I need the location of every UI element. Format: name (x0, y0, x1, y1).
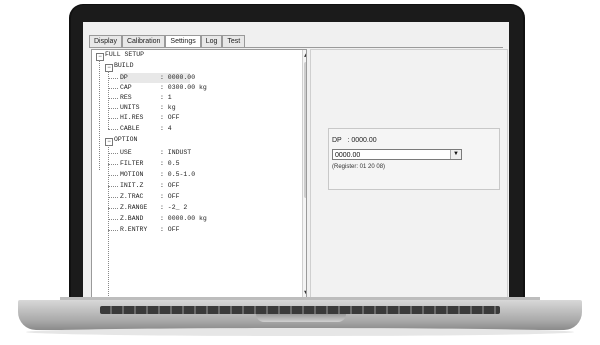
tree-node-build[interactable]: BUILD (114, 61, 134, 71)
tab-log[interactable]: Log (200, 35, 223, 47)
tree-branch (108, 208, 118, 209)
setting-label: DP : 0000.00 (332, 137, 377, 144)
tree-connector (108, 145, 109, 297)
scrollbar-thumb[interactable] (304, 62, 306, 198)
tree-branch (108, 197, 118, 198)
laptop-shadow (26, 328, 574, 336)
tree-branch (108, 78, 118, 79)
tree-item-r-entry[interactable]: R.ENTRY: OFF (120, 225, 180, 235)
tree-branch (108, 186, 118, 187)
settings-tree[interactable]: − FULL SETUP − BUILD DP: 0000.00 CAP: 03… (91, 49, 307, 297)
scroll-down-icon[interactable]: ▼ (304, 289, 306, 296)
tree-item-hi-res[interactable]: HI.RES: OFF (120, 113, 180, 123)
tree-item-res[interactable]: RES: 1 (120, 93, 172, 103)
tree-connector (108, 71, 109, 129)
collapse-icon[interactable]: − (105, 138, 113, 146)
detail-panel: DP : 0000.00 0000.00 ▼ (Register: 01 20 … (310, 49, 508, 297)
tree-branch (108, 153, 118, 154)
tree-item-use[interactable]: USE: INDUST (120, 148, 191, 158)
tree-branch (108, 175, 118, 176)
tree-item-z-band[interactable]: Z.BAND: 0000.00 kg (120, 214, 207, 224)
tree-item-motion[interactable]: MOTION: 0.5-1.0 (120, 170, 195, 180)
tree-item-units[interactable]: UNITS: kg (120, 103, 176, 113)
scroll-up-icon[interactable]: ▲ (304, 52, 306, 59)
tree-branch (108, 164, 118, 165)
tree-branch (108, 88, 118, 89)
tree-item-cap[interactable]: CAP: 0300.00 kg (120, 83, 207, 93)
tree-branch (108, 129, 118, 130)
tree-root-full-setup[interactable]: FULL SETUP (105, 50, 144, 60)
setting-value-dropdown[interactable]: 0000.00 ▼ (332, 149, 462, 160)
tree-item-dp[interactable]: DP: 0000.00 (120, 73, 195, 83)
tree-item-init-z[interactable]: INIT.Z: OFF (120, 181, 180, 191)
setting-editor-group: DP : 0000.00 0000.00 ▼ (Register: 01 20 … (328, 128, 500, 190)
app-window: Display Calibration Settings Log Test − … (83, 22, 509, 297)
chevron-down-icon[interactable]: ▼ (450, 150, 461, 159)
tree-node-option[interactable]: OPTION (114, 135, 137, 145)
keyboard-strip (100, 306, 500, 314)
tree-item-cable[interactable]: CABLE: 4 (120, 124, 172, 134)
tree-item-z-trac[interactable]: Z.TRAC: OFF (120, 192, 180, 202)
tree-item-z-range[interactable]: Z.RANGE: -2_ 2 (120, 203, 187, 213)
tree-branch (108, 108, 118, 109)
collapse-icon[interactable]: − (105, 64, 113, 72)
tab-calibration[interactable]: Calibration (121, 35, 166, 47)
tab-divider (89, 47, 503, 48)
tree-branch (108, 98, 118, 99)
tab-bar: Display Calibration Settings Log Test (89, 32, 246, 47)
tree-branch (108, 118, 118, 119)
tree-branch (108, 230, 118, 231)
dropdown-value: 0000.00 (335, 152, 361, 159)
tree-item-filter[interactable]: FILTER: 0.5 (120, 159, 180, 169)
trackpad-notch (256, 314, 346, 322)
tree-branch (108, 219, 118, 220)
tab-settings[interactable]: Settings (165, 35, 201, 47)
tree-connector (99, 60, 100, 170)
tree-scrollbar[interactable]: ▲ ▼ (302, 50, 306, 297)
collapse-icon[interactable]: − (96, 53, 104, 61)
register-info: (Register: 01 20 08) (332, 164, 386, 170)
tab-test[interactable]: Test (222, 35, 246, 47)
tab-display[interactable]: Display (89, 35, 122, 47)
